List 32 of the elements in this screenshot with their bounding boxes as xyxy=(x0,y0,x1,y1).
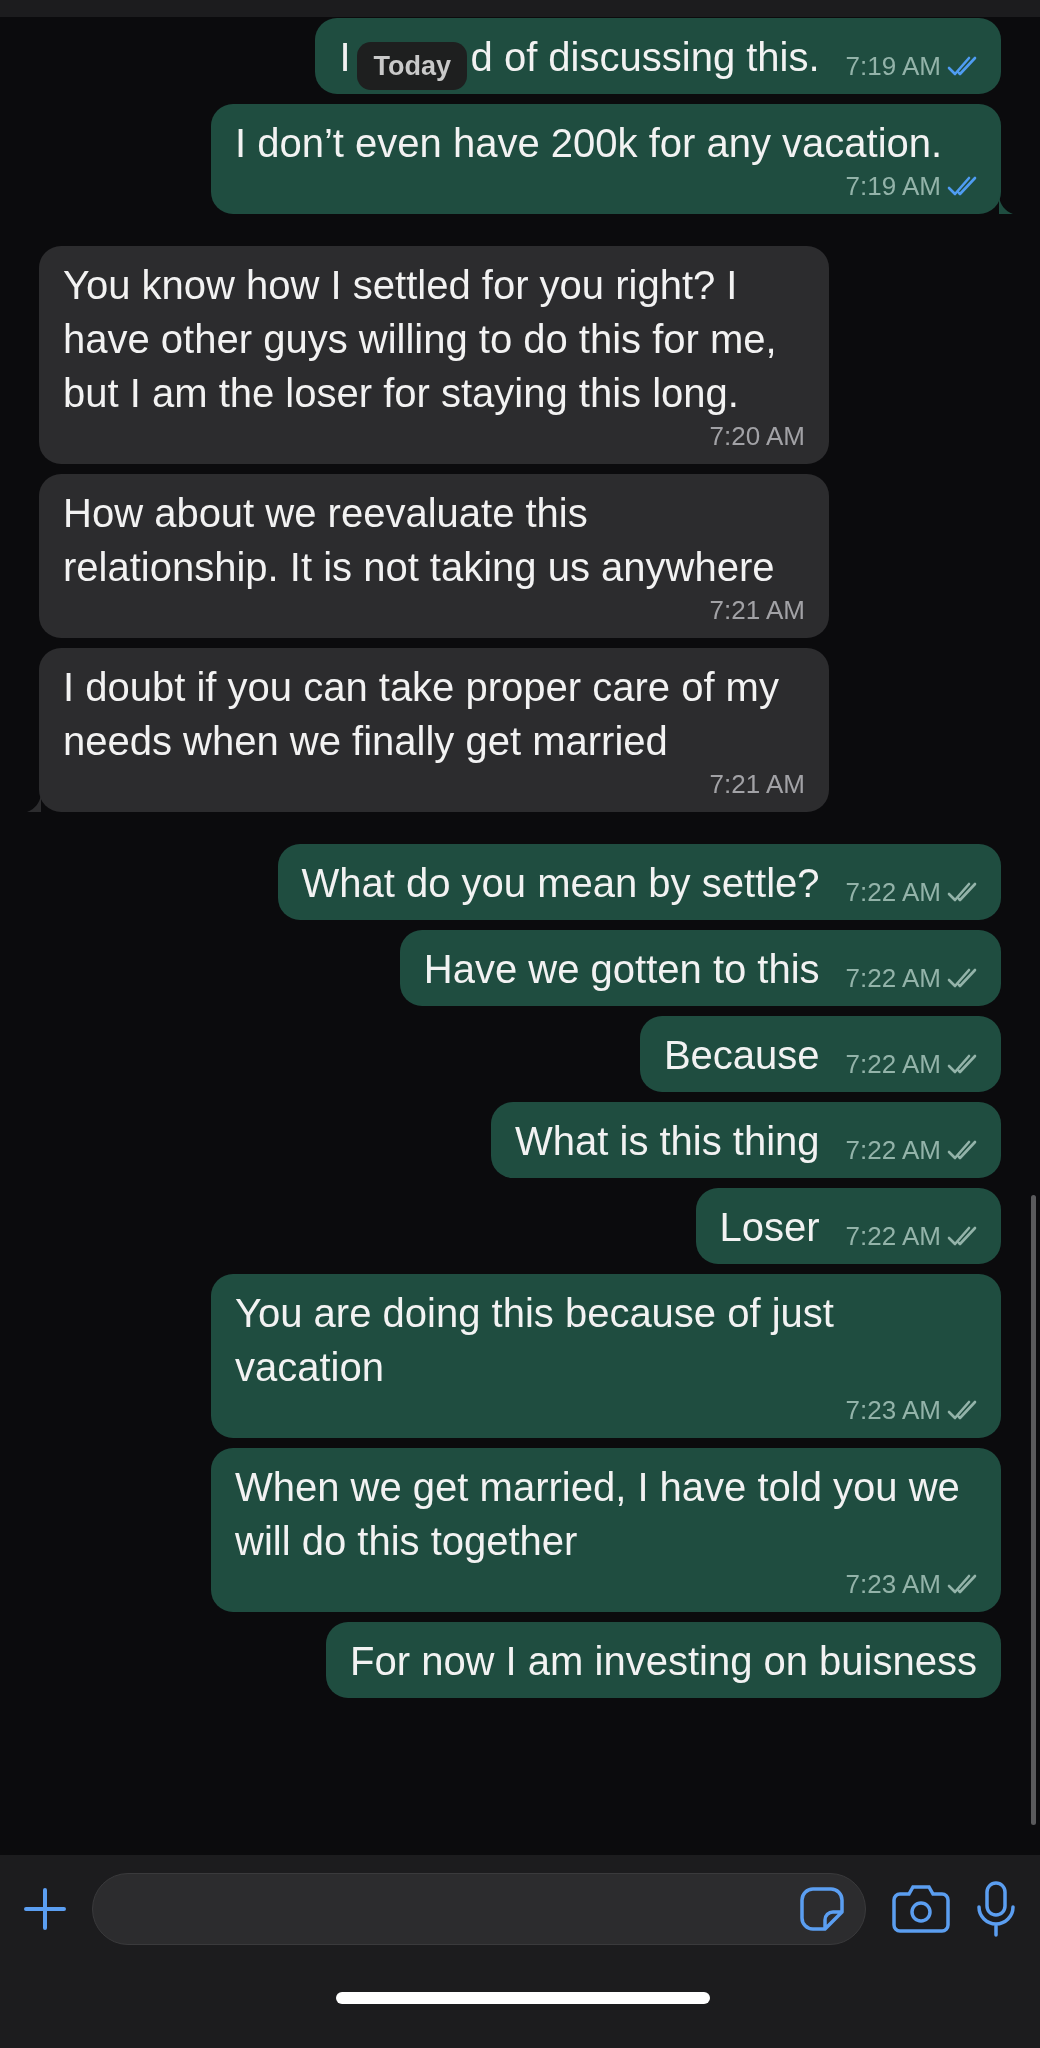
message-time: 7:21 AM xyxy=(709,594,805,626)
message-time: 7:23 AM xyxy=(845,1568,941,1600)
message-text: I don’t even have 200k for any vacation. xyxy=(235,120,943,167)
sticker-icon[interactable] xyxy=(799,1886,845,1932)
message-text: Have we gotten to this xyxy=(423,946,820,993)
camera-icon[interactable] xyxy=(892,1884,950,1934)
message-text: I xyxy=(339,35,351,79)
message-time: 7:22 AM xyxy=(845,876,941,908)
scrollbar[interactable] xyxy=(1031,1195,1036,1825)
message-text: What is this thing xyxy=(515,1118,820,1165)
message-text: How about we reevaluate this relationship. It is not taking us anywhere xyxy=(63,490,776,591)
message-text: I doubt if you can take proper care of my needs when we finally get married xyxy=(63,664,780,765)
microphone-icon[interactable] xyxy=(976,1881,1016,1937)
message-text: You know how I settled for you right? I have other guys willing to do this for me, but I am the loser for staying this long. xyxy=(63,262,778,417)
message-time: 7:20 AM xyxy=(709,420,805,452)
message-text: What do you mean by settle? xyxy=(301,860,820,907)
date-chip: Today xyxy=(357,42,467,90)
message-text: Loser xyxy=(719,1204,820,1251)
message-text: Because xyxy=(663,1032,820,1079)
message-time: 7:22 AM xyxy=(845,1048,941,1080)
message-time: 7:22 AM xyxy=(845,1134,941,1166)
message-text: d of discussing this. xyxy=(470,35,820,79)
message-text: For now I am investing on buisness xyxy=(350,1638,977,1685)
message-time: 7:23 AM xyxy=(845,1394,941,1426)
message-time: 7:21 AM xyxy=(709,768,805,800)
plus-icon[interactable] xyxy=(24,1888,66,1930)
message-time: 7:19 AM xyxy=(845,50,941,82)
message-time: 7:22 AM xyxy=(845,962,941,994)
message-time: 7:22 AM xyxy=(845,1220,941,1252)
message-text: When we get married, I have told you we will do this together xyxy=(235,1464,961,1565)
message-text: You are doing this because of just vacation xyxy=(235,1290,835,1391)
message-time: 7:19 AM xyxy=(845,170,941,202)
